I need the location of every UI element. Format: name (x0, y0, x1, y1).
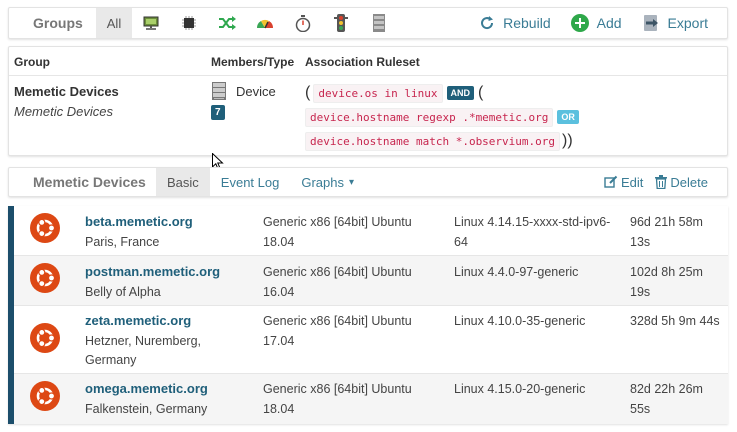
paren-open-inner: ( (478, 84, 484, 101)
table-row[interactable]: omega.memetic.org Falkenstein, Germany G… (14, 374, 728, 424)
refresh-icon (479, 15, 495, 31)
device-location: Hetzner, Nuremberg, Germany (85, 334, 202, 367)
ubuntu-icon (30, 263, 60, 296)
device-uptime: 102d 8h 25m 19s (630, 265, 703, 299)
device-uptime: 96d 21h 58m 13s (630, 215, 703, 249)
group-description: Memetic Devices (14, 104, 113, 119)
storage-icon[interactable] (360, 8, 398, 38)
device-location: Falkenstein, Germany (85, 402, 208, 416)
group-table-header: Group Members/Type Association Ruleset (9, 47, 727, 76)
group-name[interactable]: Memetic Devices (14, 84, 119, 99)
tab-graphs[interactable]: Graphs ▾ (290, 168, 365, 196)
edit-icon (604, 175, 618, 189)
groups-toolbar: Groups All Rebuild Add Export (8, 7, 728, 39)
device-os: Linux 4.14.15-xxxx-std-ipv6-64 (454, 215, 611, 249)
device-uptime: 328d 5h 9m 44s (630, 314, 720, 328)
table-row[interactable]: postman.memetic.org Belly of Alpha Gener… (14, 256, 728, 306)
edit-button[interactable]: Edit (604, 175, 643, 190)
chevron-down-icon: ▾ (348, 176, 355, 188)
device-hostname[interactable]: omega.memetic.org (85, 381, 208, 396)
device-location: Paris, France (85, 235, 160, 249)
export-button[interactable]: Export (642, 14, 708, 32)
table-row[interactable]: zeta.memetic.org Hetzner, Nuremberg, Ger… (14, 306, 728, 374)
add-label: Add (596, 15, 622, 31)
device-uptime: 82d 22h 26m 55s (630, 382, 703, 416)
table-row[interactable]: beta.memetic.org Paris, France Generic x… (14, 206, 728, 256)
paren-close: )) (562, 132, 573, 149)
device-hardware: Generic x86 [64bit] Ubuntu 16.04 (263, 265, 412, 299)
delete-button[interactable]: Delete (655, 175, 708, 190)
group-type: Device (236, 84, 276, 99)
member-count-badge: 7 (211, 105, 225, 120)
group-navbar-title: Memetic Devices (33, 174, 146, 190)
device-os: Linux 4.10.0-35-generic (454, 314, 586, 328)
header-ruleset: Association Ruleset (305, 55, 420, 69)
device-os: Linux 4.15.0-20-generic (454, 382, 586, 396)
association-ruleset: ( device.os in linux AND ( device.hostna… (305, 81, 715, 153)
device-hostname[interactable]: postman.memetic.org (85, 264, 220, 279)
chip-icon[interactable] (170, 8, 208, 38)
and-badge: AND (446, 86, 475, 100)
add-button[interactable]: Add (570, 14, 622, 32)
tab-basic[interactable]: Basic (156, 168, 210, 196)
gauge-icon[interactable] (246, 8, 284, 38)
tab-all[interactable]: All (96, 8, 132, 38)
device-hardware: Generic x86 [64bit] Ubuntu 18.04 (263, 382, 412, 416)
tab-event-log[interactable]: Event Log (210, 168, 291, 196)
ubuntu-icon (30, 381, 60, 414)
export-label: Export (667, 15, 708, 31)
group-row: Memetic Devices Memetic Devices Device 7… (9, 76, 727, 156)
device-location: Belly of Alpha (85, 285, 161, 299)
device-hardware: Generic x86 [64bit] Ubuntu 18.04 (263, 215, 412, 249)
ubuntu-icon (30, 213, 60, 246)
stopwatch-icon[interactable] (284, 8, 322, 38)
paren-open: ( (305, 84, 311, 101)
rebuild-label: Rebuild (503, 15, 551, 31)
rebuild-button[interactable]: Rebuild (479, 15, 551, 31)
shuffle-icon[interactable] (208, 8, 246, 38)
ubuntu-icon (30, 323, 60, 356)
device-hostname[interactable]: beta.memetic.org (85, 214, 193, 229)
header-group: Group (14, 55, 50, 69)
header-members: Members/Type (211, 55, 295, 69)
rule-hostname-regexp: device.hostname regexp .*memetic.org (305, 107, 554, 127)
group-navbar: Memetic Devices Basic Event Log Graphs ▾… (8, 167, 728, 197)
export-icon (642, 14, 660, 32)
server-icon (212, 82, 226, 103)
groups-title: Groups (33, 15, 83, 31)
device-hostname[interactable]: zeta.memetic.org (85, 313, 191, 328)
edit-label: Edit (621, 174, 644, 190)
rule-hostname-match: device.hostname match *.observium.org (305, 131, 561, 151)
traffic-light-icon[interactable] (322, 8, 360, 38)
device-hardware: Generic x86 [64bit] Ubuntu 17.04 (263, 314, 412, 348)
tab-graphs-label: Graphs (301, 174, 344, 190)
group-details-panel: Group Members/Type Association Ruleset M… (8, 46, 728, 156)
device-os: Linux 4.4.0-97-generic (454, 265, 579, 279)
delete-label: Delete (670, 174, 708, 190)
or-badge: OR (557, 110, 579, 124)
trash-icon (655, 175, 668, 189)
network-icon[interactable] (132, 8, 170, 38)
device-list: beta.memetic.org Paris, France Generic x… (8, 206, 728, 424)
rule-os: device.os in linux (313, 83, 443, 103)
plus-circle-icon (570, 14, 589, 32)
